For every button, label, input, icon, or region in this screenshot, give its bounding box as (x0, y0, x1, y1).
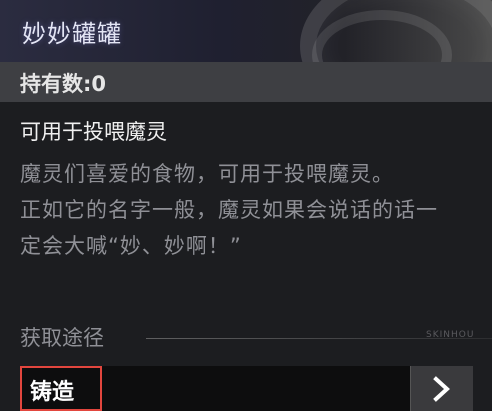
source-section: 获取途径 SKINHOU (20, 322, 492, 354)
item-description: 魔灵们喜爱的食物，可用于投喂魔灵。 正如它的名字一般，魔灵如果会说话的话一定会大… (20, 156, 450, 264)
count-bar: 持有数:0 (0, 62, 492, 102)
description-paragraph: 正如它的名字一般，魔灵如果会说话的话一定会大喊“妙、妙啊！” (20, 198, 438, 258)
item-title: 妙妙罐罐 (22, 20, 122, 48)
item-header: 妙妙罐罐 (0, 0, 492, 62)
forge-label: 铸造 (30, 380, 75, 405)
owned-count: 持有数:0 (20, 72, 107, 96)
forge-source-row[interactable]: 铸造 (20, 366, 473, 411)
description-paragraph: 魔灵们喜爱的食物，可用于投喂魔灵。 (20, 162, 394, 186)
item-usage: 可用于投喂魔灵 (20, 120, 167, 144)
chevron-right-icon (433, 376, 450, 402)
watermark: SKINHOU (426, 330, 475, 340)
source-label: 获取途径 (20, 326, 104, 350)
go-to-source-button[interactable] (410, 366, 473, 411)
forge-button[interactable]: 铸造 (20, 366, 102, 411)
